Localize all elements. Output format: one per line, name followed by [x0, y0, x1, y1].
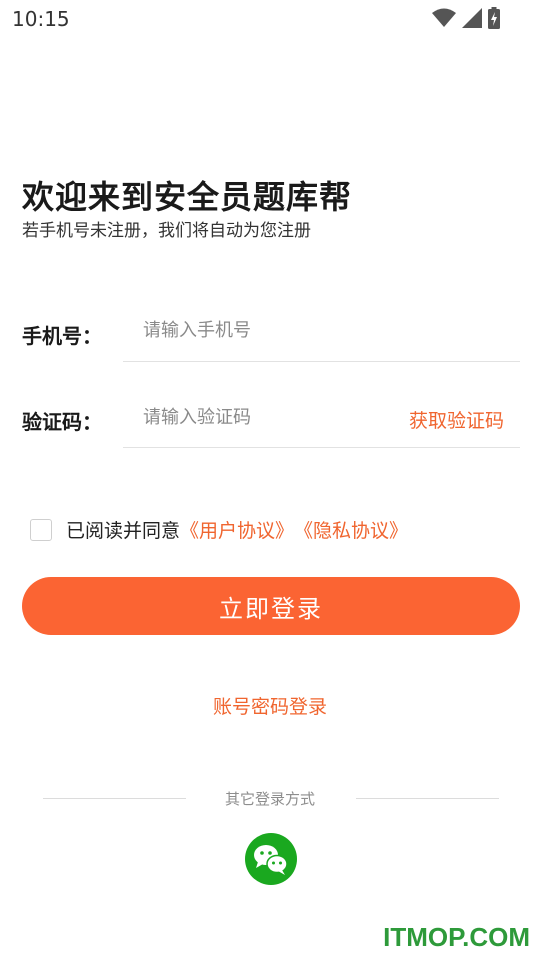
get-code-button[interactable]: 获取验证码	[409, 406, 504, 433]
password-login-row: 账号密码登录	[0, 692, 540, 719]
code-label: 验证码：	[22, 410, 102, 434]
user-agreement-link[interactable]: 《用户协议》	[180, 516, 294, 543]
phone-label: 手机号：	[22, 324, 102, 348]
watermark: ITMOP.COM	[383, 922, 530, 952]
agreement-checkbox[interactable]	[30, 518, 52, 541]
password-login-link[interactable]: 账号密码登录	[213, 696, 327, 718]
page-title: 欢迎来到安全员题库帮	[22, 178, 353, 216]
phone-input[interactable]	[123, 308, 513, 352]
code-underline	[123, 447, 520, 448]
wechat-login-button[interactable]	[245, 833, 297, 885]
signal-icon	[462, 8, 482, 28]
status-bar: 10:15	[0, 0, 540, 36]
wechat-icon	[254, 845, 288, 875]
agreement-row: 已阅读并同意 《用户协议》 《隐私协议》	[30, 516, 408, 543]
wifi-icon	[432, 8, 456, 27]
status-time: 10:15	[12, 7, 70, 31]
agreement-text: 已阅读并同意	[66, 520, 181, 542]
code-input[interactable]	[123, 395, 393, 439]
login-button[interactable]: 立即登录	[22, 577, 520, 635]
page-subtitle: 若手机号未注册，我们将自动为您注册	[22, 221, 311, 241]
divider-right	[356, 798, 499, 799]
phone-underline	[123, 361, 520, 362]
privacy-policy-link[interactable]: 《隐私协议》	[294, 516, 408, 543]
status-icons	[432, 7, 500, 29]
battery-charging-icon	[488, 7, 500, 29]
